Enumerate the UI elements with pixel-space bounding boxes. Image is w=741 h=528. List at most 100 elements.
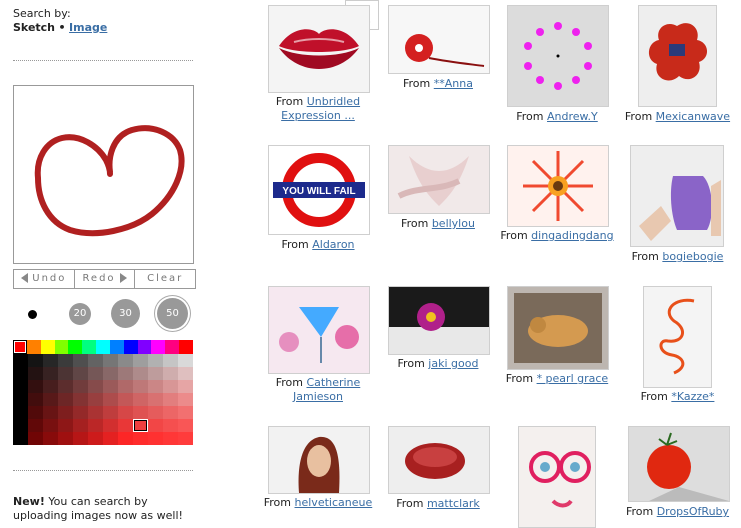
shade-swatch[interactable]	[58, 367, 73, 380]
author-link[interactable]: DropsOfRuby	[657, 505, 729, 518]
shade-swatch[interactable]	[163, 406, 178, 419]
shade-swatch[interactable]	[118, 432, 133, 445]
shade-swatch[interactable]	[88, 354, 103, 367]
shade-swatch[interactable]	[118, 406, 133, 419]
shade-swatch[interactable]	[43, 419, 58, 432]
shade-swatch[interactable]	[28, 354, 43, 367]
shade-swatch[interactable]	[178, 419, 193, 432]
shade-swatch[interactable]	[178, 393, 193, 406]
shade-swatch[interactable]	[103, 406, 118, 419]
shade-swatch[interactable]	[103, 393, 118, 406]
shade-swatch[interactable]	[88, 406, 103, 419]
shade-swatch[interactable]	[163, 367, 178, 380]
shade-swatch[interactable]	[118, 393, 133, 406]
shade-swatch[interactable]	[43, 380, 58, 393]
shade-swatch[interactable]	[73, 432, 88, 445]
hue-swatch[interactable]	[40, 340, 55, 354]
shade-swatch[interactable]	[73, 367, 88, 380]
author-link[interactable]: mattclark	[427, 497, 480, 510]
shade-swatch[interactable]	[148, 367, 163, 380]
author-link[interactable]: jaki good	[428, 357, 478, 370]
brush-size-50[interactable]: 50	[157, 298, 188, 329]
shade-swatch[interactable]	[118, 380, 133, 393]
shade-swatch[interactable]	[133, 432, 148, 445]
shade-swatch[interactable]	[43, 406, 58, 419]
hue-swatch[interactable]	[109, 340, 124, 354]
shade-swatch[interactable]	[28, 406, 43, 419]
shade-swatch[interactable]	[28, 419, 43, 432]
shade-swatch[interactable]	[163, 432, 178, 445]
author-link[interactable]: * pearl grace	[537, 372, 609, 385]
shade-swatch[interactable]	[163, 354, 178, 367]
hue-swatch[interactable]	[151, 340, 166, 354]
shade-swatch[interactable]	[43, 393, 58, 406]
result-thumbnail[interactable]	[388, 5, 490, 74]
shade-swatch[interactable]	[148, 419, 163, 432]
result-thumbnail[interactable]	[268, 426, 370, 494]
shade-swatch[interactable]	[43, 354, 58, 367]
shade-swatch[interactable]	[88, 432, 103, 445]
author-link[interactable]: Andrew.Y	[547, 110, 598, 123]
shade-swatch[interactable]	[133, 367, 148, 380]
result-thumbnail[interactable]	[268, 286, 370, 374]
shade-swatch[interactable]	[178, 406, 193, 419]
shade-swatch[interactable]	[58, 393, 73, 406]
hue-row[interactable]	[13, 340, 193, 354]
shade-swatch[interactable]	[103, 367, 118, 380]
shade-swatch[interactable]	[163, 419, 178, 432]
shade-swatch[interactable]	[118, 419, 133, 432]
result-thumbnail[interactable]	[388, 145, 490, 214]
result-thumbnail[interactable]	[268, 5, 370, 93]
shade-swatch[interactable]	[13, 380, 28, 393]
shade-swatch[interactable]	[73, 419, 88, 432]
author-link[interactable]: Catherine Jamieson	[293, 376, 360, 403]
shade-swatch[interactable]	[103, 432, 118, 445]
shade-swatch[interactable]	[118, 354, 133, 367]
hue-swatch[interactable]	[82, 340, 97, 354]
hue-swatch[interactable]	[137, 340, 152, 354]
shade-swatch[interactable]	[13, 406, 28, 419]
shade-swatch[interactable]	[103, 380, 118, 393]
shade-swatch[interactable]	[88, 393, 103, 406]
result-thumbnail[interactable]	[643, 286, 712, 388]
shade-swatch[interactable]	[58, 380, 73, 393]
clear-button[interactable]: Clear	[135, 270, 195, 288]
shade-swatch[interactable]	[58, 406, 73, 419]
hue-swatch[interactable]	[26, 340, 41, 354]
shade-swatch[interactable]	[148, 354, 163, 367]
shade-swatch[interactable]	[28, 367, 43, 380]
shade-swatch[interactable]	[178, 432, 193, 445]
result-thumbnail[interactable]	[507, 145, 609, 227]
author-link[interactable]: Aldaron	[312, 238, 354, 251]
brush-size-small[interactable]	[28, 310, 37, 319]
hue-swatch[interactable]	[179, 340, 193, 354]
shade-swatch[interactable]	[43, 432, 58, 445]
redo-button[interactable]: Redo	[75, 270, 136, 288]
shade-swatch[interactable]	[133, 393, 148, 406]
shade-swatch[interactable]	[88, 419, 103, 432]
author-link[interactable]: bogiebogie	[662, 250, 723, 263]
shade-swatch[interactable]	[13, 393, 28, 406]
author-link[interactable]: dingadingdang	[531, 229, 613, 242]
shade-swatch[interactable]	[13, 354, 28, 367]
author-link[interactable]: bellylou	[432, 217, 475, 230]
shade-swatch[interactable]	[178, 367, 193, 380]
selected-shade-swatch[interactable]	[133, 419, 148, 432]
shade-swatch[interactable]	[133, 354, 148, 367]
brush-size-30[interactable]: 30	[111, 299, 140, 328]
shade-swatch[interactable]	[58, 354, 73, 367]
shade-swatch[interactable]	[28, 393, 43, 406]
shade-swatch[interactable]	[88, 367, 103, 380]
hue-swatch[interactable]	[165, 340, 180, 354]
shade-swatch[interactable]	[133, 380, 148, 393]
result-thumbnail[interactable]	[507, 286, 609, 370]
shade-swatch[interactable]	[178, 354, 193, 367]
brush-size-20[interactable]: 20	[69, 303, 91, 325]
shade-swatch[interactable]	[73, 380, 88, 393]
result-thumbnail[interactable]	[628, 426, 730, 502]
hue-swatch[interactable]	[68, 340, 83, 354]
undo-button[interactable]: Undo	[14, 270, 75, 288]
result-thumbnail[interactable]	[507, 5, 609, 107]
shade-swatch[interactable]	[163, 393, 178, 406]
shade-swatch[interactable]	[13, 419, 28, 432]
